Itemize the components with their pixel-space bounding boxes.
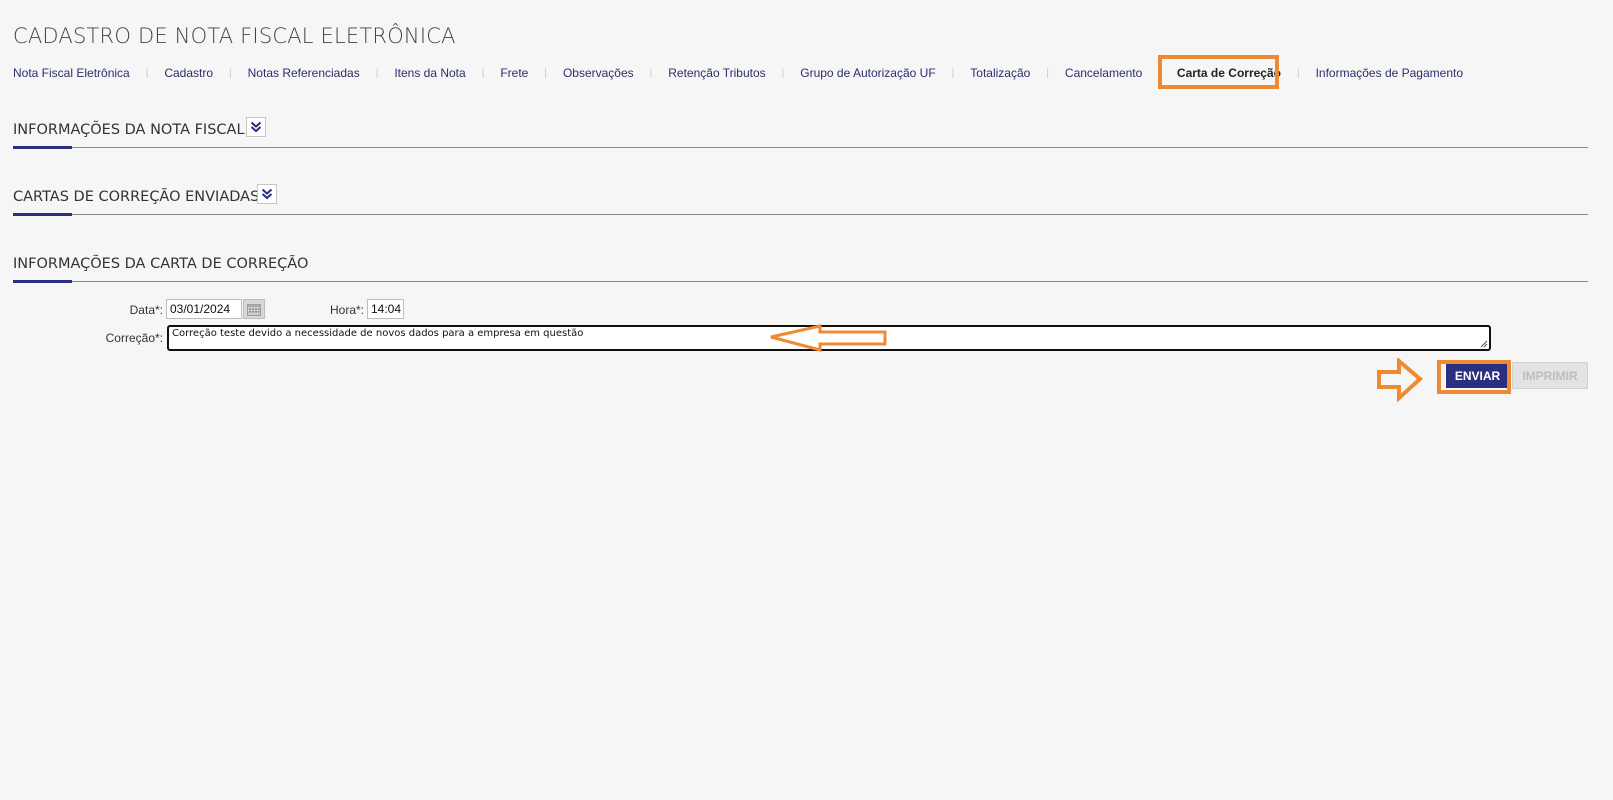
resize-grip-icon[interactable] (1480, 340, 1488, 348)
enviar-button[interactable]: ENVIAR (1446, 364, 1509, 388)
tab-carta-de-correcao[interactable]: Carta de Correção (1177, 64, 1281, 82)
hora-field[interactable]: 14:04 (367, 299, 404, 319)
page-title: CADASTRO DE NOTA FISCAL ELETRÔNICA (13, 24, 456, 48)
section-carta-de-correcao: INFORMAÇÕES DA CARTA DE CORREÇÃO (13, 251, 1588, 283)
tab-itens-da-nota[interactable]: Itens da Nota (394, 64, 465, 82)
tab-totalizacao[interactable]: Totalização (970, 64, 1030, 82)
tab-grupo-autorizacao-uf[interactable]: Grupo de Autorização UF (800, 64, 935, 82)
tab-separator: | (544, 67, 547, 79)
imprimir-button: IMPRIMIR (1512, 362, 1588, 389)
section-cartas-enviadas: CARTAS DE CORREÇÃO ENVIADAS (13, 184, 1588, 216)
section-accent-bar (13, 213, 72, 216)
section-title: INFORMAÇÕES DA CARTA DE CORREÇÃO (13, 256, 309, 272)
tab-separator: | (781, 67, 785, 79)
expand-section-toggle[interactable] (246, 117, 266, 137)
tab-separator: | (951, 67, 955, 79)
section-title: CARTAS DE CORREÇÃO ENVIADAS (13, 189, 260, 205)
correcao-label: Correção*: (105, 331, 163, 345)
tab-separator: | (229, 67, 232, 79)
calendar-icon (247, 303, 261, 316)
tab-separator: | (1046, 67, 1049, 79)
section-title: INFORMAÇÕES DA NOTA FISCAL (13, 122, 245, 138)
correcao-text: Correção teste devido a necessidade de n… (172, 328, 584, 339)
tab-frete[interactable]: Frete (500, 64, 528, 82)
expand-section-toggle[interactable] (257, 184, 277, 204)
data-field[interactable]: 03/01/2024 (166, 299, 242, 319)
section-accent-bar (13, 280, 72, 283)
tab-nota-fiscal-eletronica[interactable]: Nota Fiscal Eletrônica (13, 64, 130, 82)
tab-separator: | (375, 67, 379, 79)
tab-notas-referenciadas[interactable]: Notas Referenciadas (248, 64, 360, 82)
tab-bar: Nota Fiscal Eletrônica | Cadastro | Nota… (13, 64, 1463, 82)
double-chevron-down-icon (250, 121, 262, 133)
tab-informacoes-de-pagamento[interactable]: Informações de Pagamento (1316, 64, 1463, 82)
correcao-textarea[interactable]: Correção teste devido a necessidade de n… (167, 325, 1491, 351)
section-informacoes-nota-fiscal: INFORMAÇÕES DA NOTA FISCAL (13, 117, 1588, 149)
tab-separator: | (1296, 67, 1300, 79)
section-accent-bar (13, 146, 72, 149)
tab-separator: | (481, 67, 485, 79)
tab-retencao-tributos[interactable]: Retenção Tributos (668, 64, 765, 82)
tab-observacoes[interactable]: Observações (563, 64, 634, 82)
data-label: Data*: (129, 303, 163, 317)
hora-label: Hora*: (329, 303, 364, 317)
tab-cadastro[interactable]: Cadastro (164, 64, 213, 82)
tab-separator: | (145, 67, 149, 79)
right-arrow-annotation-icon (1377, 358, 1423, 403)
double-chevron-down-icon (261, 188, 273, 200)
tab-separator: | (649, 67, 653, 79)
tab-cancelamento[interactable]: Cancelamento (1065, 64, 1142, 82)
calendar-button[interactable] (243, 299, 265, 319)
